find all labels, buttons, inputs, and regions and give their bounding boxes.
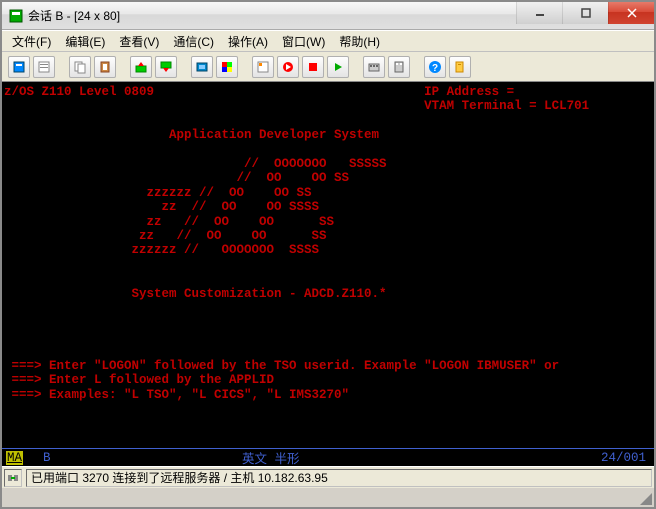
menubar: 文件(F) 编辑(E) 查看(V) 通信(C) 操作(A) 窗口(W) 帮助(H… <box>2 30 654 52</box>
operator-info-area: MA B 英文 半形 24/001 <box>2 448 654 466</box>
toolbar-recv-btn[interactable] <box>155 56 177 78</box>
oia-cursor-position: 24/001 <box>601 451 646 465</box>
term-line: System Customization - ADCD.Z110.* <box>4 287 387 301</box>
menu-file[interactable]: 文件(F) <box>6 31 57 52</box>
app-icon <box>8 8 24 24</box>
term-line: zzzzzz // OO OO SS <box>4 186 312 200</box>
resize-grip[interactable] <box>638 491 652 505</box>
toolbar-stop-btn[interactable] <box>302 56 324 78</box>
term-line: z/OS Z110 Level 0809 IP Address = <box>4 85 514 99</box>
toolbar-map-btn[interactable] <box>252 56 274 78</box>
toolbar-btn-1[interactable] <box>8 56 30 78</box>
menu-edit[interactable]: 编辑(E) <box>59 31 111 52</box>
menu-actions[interactable]: 操作(A) <box>222 31 274 52</box>
titlebar: 会话 B - [24 x 80] <box>2 2 654 30</box>
term-line: // OOOOOOO SSSSS <box>4 157 387 171</box>
maximize-button[interactable] <box>562 2 608 24</box>
toolbar-keypad-btn[interactable] <box>388 56 410 78</box>
close-button[interactable] <box>608 2 654 24</box>
menu-window[interactable]: 窗口(W) <box>276 31 331 52</box>
term-line: // OO OO SS <box>4 171 349 185</box>
minimize-button[interactable] <box>516 2 562 24</box>
term-line: zzzzzz // OOOOOOO SSSS <box>4 243 319 257</box>
toolbar-play-btn[interactable] <box>327 56 349 78</box>
toolbar-display-btn[interactable] <box>191 56 213 78</box>
toolbar-send-btn[interactable] <box>130 56 152 78</box>
term-line: zz // OO OO SSSS <box>4 200 319 214</box>
menu-view[interactable]: 查看(V) <box>113 31 165 52</box>
svg-text:?: ? <box>432 63 438 74</box>
toolbar-copy-btn[interactable] <box>69 56 91 78</box>
toolbar-help-btn[interactable]: ? <box>424 56 446 78</box>
term-line: zz // OO OO SS <box>4 215 334 229</box>
status-text: 已用端口 3270 连接到了远程服务器 / 主机 10.182.63.95 <box>26 469 652 487</box>
term-line: VTAM Terminal = LCL701 <box>4 99 589 113</box>
statusbar: 已用端口 3270 连接到了远程服务器 / 主机 10.182.63.95 <box>2 466 654 488</box>
toolbar-color-btn[interactable] <box>216 56 238 78</box>
oia-status: MA <box>6 451 23 465</box>
toolbar-index-btn[interactable] <box>449 56 471 78</box>
window-controls <box>516 2 654 24</box>
term-line: ===> Enter "LOGON" followed by the TSO u… <box>4 359 559 373</box>
oia-input-mode: 英文 半形 <box>242 448 300 467</box>
toolbar-keyboard-btn[interactable] <box>363 56 385 78</box>
toolbar-btn-2[interactable] <box>33 56 55 78</box>
window-title: 会话 B - [24 x 80] <box>28 7 120 24</box>
menu-help[interactable]: 帮助(H) <box>333 31 386 52</box>
connection-icon <box>4 469 22 487</box>
oia-session: B <box>43 451 51 465</box>
term-line: ===> Enter L followed by the APPLID <box>4 373 274 387</box>
term-line: ===> Examples: "L TSO", "L CICS", "L IMS… <box>4 388 349 402</box>
toolbar-record-btn[interactable] <box>277 56 299 78</box>
toolbar: ? <box>2 52 654 82</box>
menu-comm[interactable]: 通信(C) <box>167 31 220 52</box>
term-line: Application Developer System <box>4 128 379 142</box>
toolbar-paste-btn[interactable] <box>94 56 116 78</box>
terminal-screen[interactable]: z/OS Z110 Level 0809 IP Address = VTAM T… <box>2 82 654 448</box>
term-line: zz // OO OO SS <box>4 229 327 243</box>
